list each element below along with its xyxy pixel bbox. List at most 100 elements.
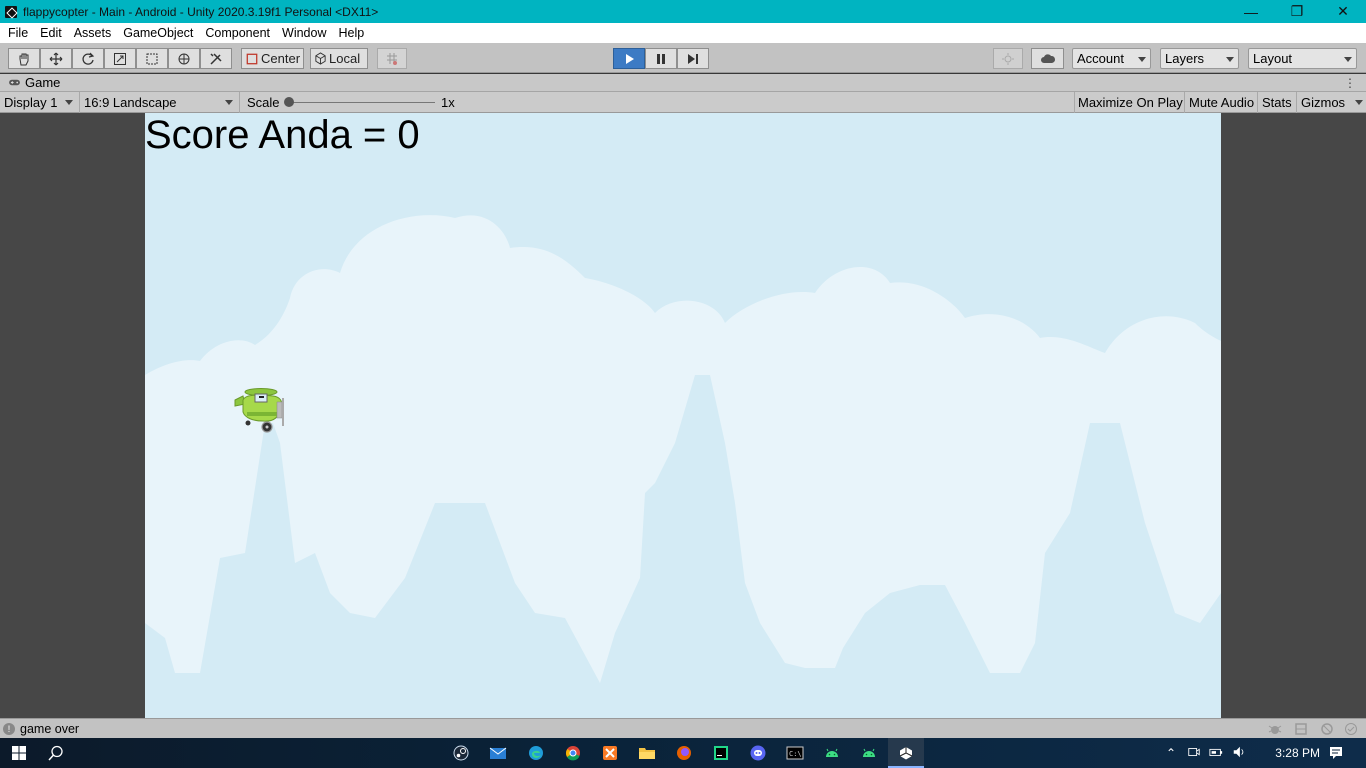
mute-audio-toggle[interactable]: Mute Audio	[1185, 92, 1258, 113]
account-dropdown[interactable]: Account	[1072, 48, 1151, 69]
layout-dropdown[interactable]: Layout	[1248, 48, 1357, 69]
move-tool-button[interactable]	[40, 48, 72, 69]
search-icon[interactable]	[45, 743, 67, 763]
hand-tool-button[interactable]	[8, 48, 40, 69]
bug-icon[interactable]	[1268, 722, 1282, 736]
taskbar-clock[interactable]: 3:28 PM	[1275, 738, 1320, 768]
pivot-rotation-button[interactable]: Local	[310, 48, 368, 69]
transform-tool-button[interactable]	[168, 48, 200, 69]
pause-icon	[657, 53, 665, 64]
cache-icon[interactable]	[1294, 722, 1308, 736]
step-icon	[688, 53, 698, 64]
chevron-down-icon	[1226, 57, 1234, 62]
pause-button[interactable]	[645, 48, 677, 69]
svg-text:C:\: C:\	[789, 750, 802, 758]
close-button[interactable]: ✕	[1320, 0, 1366, 23]
gizmos-dropdown[interactable]: Gizmos	[1297, 92, 1366, 113]
progress-icon[interactable]	[1320, 722, 1334, 736]
file-explorer-icon[interactable]	[636, 743, 658, 763]
chrome-icon[interactable]	[562, 743, 584, 763]
volume-icon[interactable]	[1232, 745, 1246, 762]
stats-label: Stats	[1262, 95, 1292, 110]
rect-tool-button[interactable]	[136, 48, 168, 69]
restore-button[interactable]: ❐	[1274, 0, 1320, 23]
score-label: Score Anda = 0	[145, 113, 420, 157]
game-canvas[interactable]: Score Anda = 0	[145, 113, 1221, 718]
scale-control: Scale 1x	[243, 92, 463, 113]
xampp-icon[interactable]	[599, 743, 621, 763]
rect-tool-icon	[146, 53, 158, 64]
scale-slider-handle[interactable]	[284, 97, 294, 107]
layers-dropdown[interactable]: Layers	[1160, 48, 1239, 69]
pivot-mode-label: Center	[261, 51, 301, 66]
unity-icon[interactable]	[895, 743, 917, 763]
unity-logo-icon	[5, 5, 17, 18]
display-dropdown[interactable]: Display 1	[0, 92, 80, 113]
menu-help[interactable]: Help	[332, 26, 370, 40]
menu-bar: File Edit Assets GameObject Component Wi…	[0, 23, 1366, 43]
pivot-icon	[246, 53, 258, 64]
collab-button[interactable]	[993, 48, 1023, 69]
move-icon	[49, 52, 63, 65]
meet-now-icon[interactable]	[1187, 745, 1201, 762]
maximize-on-play-toggle[interactable]: Maximize On Play	[1074, 92, 1185, 113]
layout-label: Layout	[1253, 51, 1293, 66]
chevron-down-icon	[1138, 57, 1146, 62]
notification-icon[interactable]	[1328, 745, 1344, 764]
grid-snap-icon	[387, 52, 397, 65]
window-title: flappycopter - Main - Android - Unity 20…	[23, 4, 379, 19]
scale-tool-button[interactable]	[104, 48, 136, 69]
menu-component[interactable]: Component	[199, 26, 276, 40]
stats-toggle[interactable]: Stats	[1258, 92, 1297, 113]
check-icon[interactable]	[1344, 722, 1358, 736]
collab-icon	[1002, 52, 1014, 65]
chevron-down-icon	[1355, 100, 1363, 105]
scale-slider-track[interactable]	[287, 102, 435, 103]
gamepad-icon	[9, 79, 20, 86]
discord-icon[interactable]	[747, 743, 769, 763]
hand-icon	[19, 53, 29, 65]
play-icon	[626, 53, 634, 64]
menu-assets[interactable]: Assets	[68, 26, 118, 40]
chevron-down-icon	[65, 100, 73, 105]
mail-icon[interactable]	[487, 743, 509, 763]
tab-game[interactable]: Game	[0, 74, 60, 92]
maximize-on-play-label: Maximize On Play	[1078, 95, 1183, 110]
minimize-button[interactable]: —	[1228, 0, 1274, 23]
transform-icon	[178, 53, 190, 64]
cloud-button[interactable]	[1031, 48, 1064, 69]
android-studio-icon[interactable]	[858, 743, 880, 763]
rotate-tool-button[interactable]	[72, 48, 104, 69]
step-button[interactable]	[677, 48, 709, 69]
aspect-dropdown[interactable]: 16:9 Landscape	[80, 92, 240, 113]
chevron-down-icon	[225, 100, 233, 105]
menu-window[interactable]: Window	[276, 26, 332, 40]
status-bar: ! game over	[0, 718, 1366, 738]
pivot-rotation-label: Local	[329, 51, 361, 66]
android-studio-icon[interactable]	[821, 743, 843, 763]
play-button[interactable]	[613, 48, 645, 69]
status-message[interactable]: game over	[20, 722, 79, 736]
aspect-label: 16:9 Landscape	[84, 95, 177, 110]
custom-tool-button[interactable]	[200, 48, 232, 69]
battery-icon[interactable]	[1209, 745, 1223, 762]
pivot-mode-button[interactable]: Center	[241, 48, 304, 69]
edge-icon[interactable]	[525, 743, 547, 763]
game-view-toolbar: Display 1 16:9 Landscape Scale 1x Maximi…	[0, 92, 1366, 113]
chevron-up-icon[interactable]: ⌃	[1166, 746, 1176, 760]
mute-audio-label: Mute Audio	[1189, 95, 1255, 110]
menu-edit[interactable]: Edit	[34, 26, 68, 40]
pycharm-icon[interactable]	[710, 743, 732, 763]
menu-gameobject[interactable]: GameObject	[117, 26, 199, 40]
tab-menu-icon[interactable]: ⋮	[1344, 76, 1356, 90]
local-cube-icon	[315, 52, 326, 65]
layers-label: Layers	[1165, 51, 1205, 66]
terminal-icon[interactable]: C:\	[784, 743, 806, 763]
windows-start-icon[interactable]	[8, 743, 30, 763]
grid-snapping-button[interactable]	[377, 48, 407, 69]
steam-icon[interactable]	[450, 743, 472, 763]
game-background	[145, 215, 1221, 718]
menu-file[interactable]: File	[2, 26, 34, 40]
display-label: Display 1	[4, 95, 58, 110]
firefox-icon[interactable]	[673, 743, 695, 763]
